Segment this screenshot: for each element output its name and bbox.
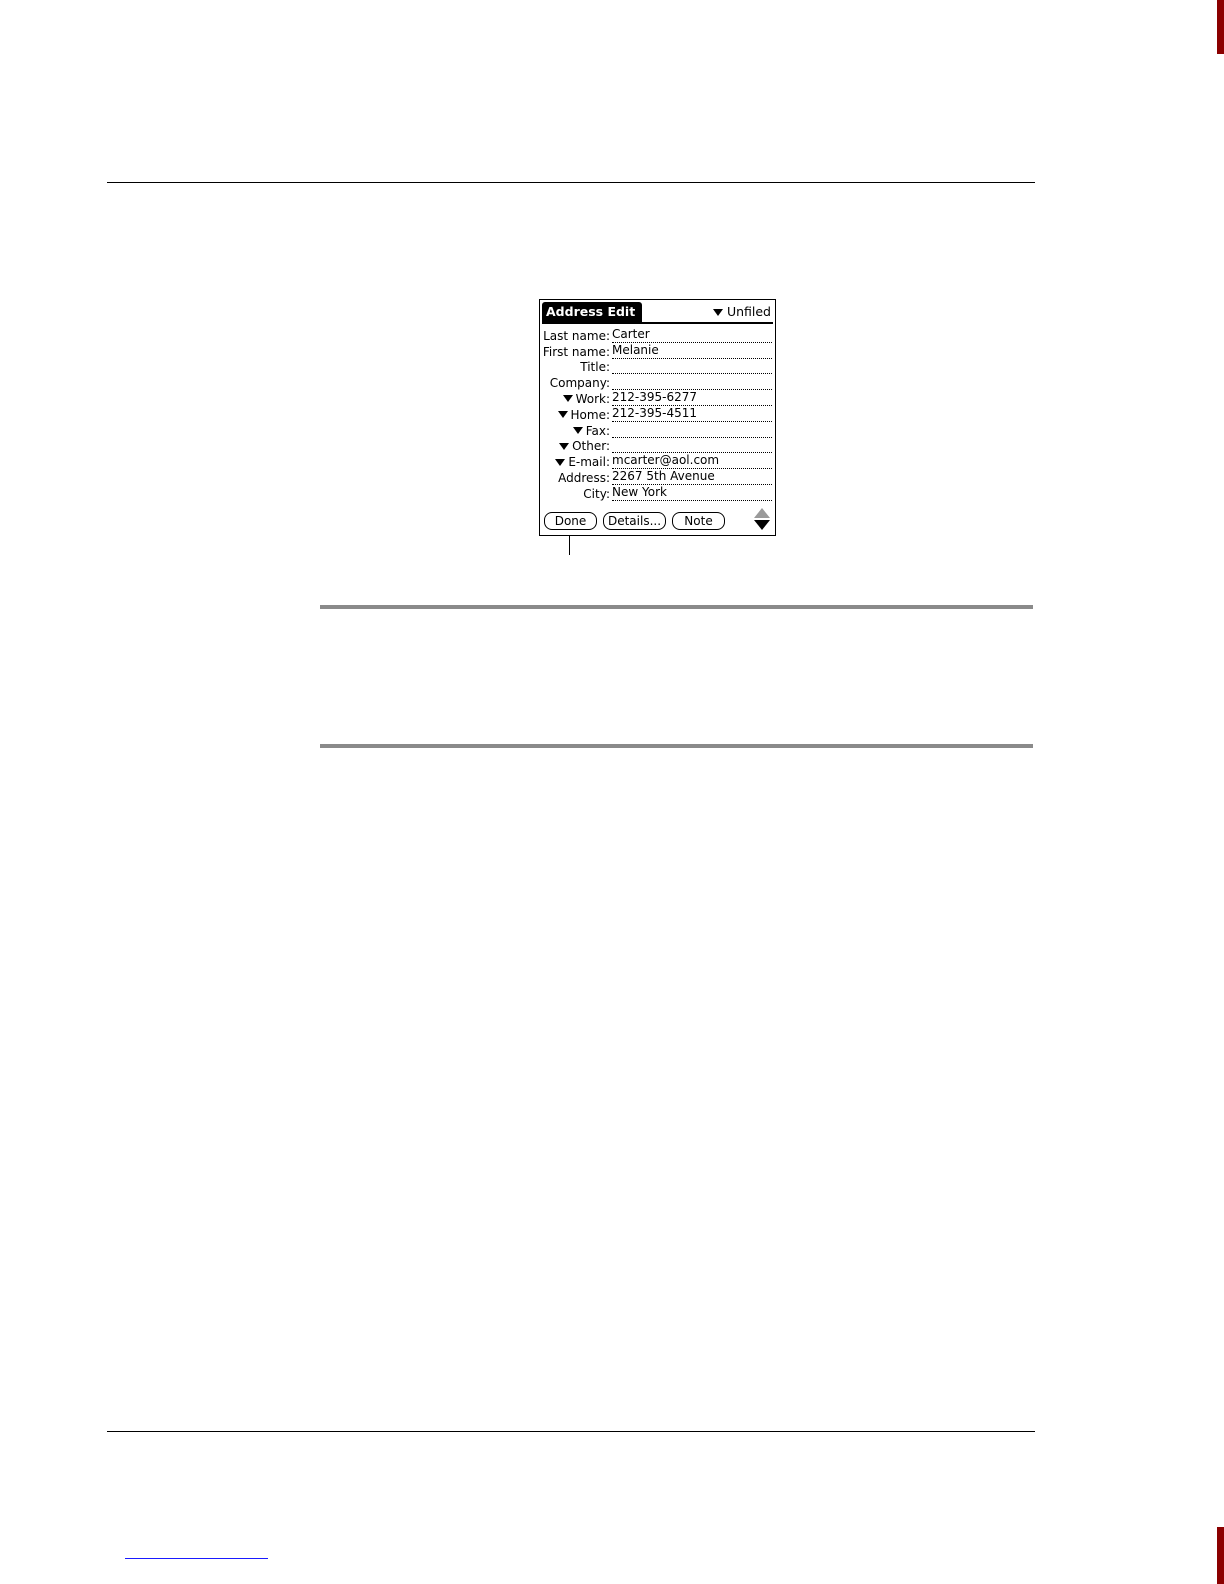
- home-label-picker[interactable]: Home:: [540, 408, 610, 422]
- field-row-other: Other:: [540, 438, 775, 454]
- address-edit-screen: Address Edit Unfiled Last name: Carter F…: [539, 299, 776, 536]
- field-row-home: Home: 212-395-4511: [540, 406, 775, 422]
- city-field[interactable]: New York: [612, 486, 772, 501]
- other-field[interactable]: [612, 438, 772, 454]
- field-label: Title:: [580, 360, 610, 375]
- note-button[interactable]: Note: [672, 512, 725, 530]
- company-field[interactable]: [612, 375, 772, 391]
- field-row-last-name: Last name: Carter: [540, 327, 775, 343]
- scroll-arrows-icon[interactable]: [753, 508, 771, 532]
- field-row-email: E-mail: mcarter@aol.com: [540, 453, 775, 470]
- field-label: First name:: [542, 344, 610, 359]
- other-label-picker[interactable]: Other:: [540, 439, 610, 453]
- field-row-company: Company:: [540, 374, 775, 391]
- scroll-down-icon[interactable]: [754, 520, 770, 530]
- first-name-field[interactable]: Melanie: [612, 344, 772, 359]
- field-list: Last name: Carter First name: Melanie Ti…: [540, 327, 775, 501]
- scroll-up-icon[interactable]: [754, 508, 770, 518]
- page-edge-marker-top: [1217, 0, 1224, 54]
- chevron-down-icon: [712, 308, 723, 316]
- footer-rule: [107, 1431, 1035, 1432]
- field-label: Last name:: [543, 328, 610, 343]
- header-rule: [107, 182, 1035, 183]
- field-row-city: City: New York: [540, 485, 775, 501]
- category-picker[interactable]: Unfiled: [712, 304, 771, 320]
- field-row-fax: Fax:: [540, 422, 775, 438]
- done-button[interactable]: Done: [544, 512, 597, 530]
- note-rule-bottom: [320, 744, 1033, 748]
- note-rule-top: [320, 605, 1033, 609]
- chevron-down-icon: [557, 411, 568, 419]
- page-edge-marker-bottom: [1217, 1527, 1224, 1584]
- chevron-down-icon: [572, 427, 583, 435]
- chevron-down-icon: [559, 442, 570, 450]
- home-phone-field[interactable]: 212-395-4511: [612, 407, 772, 422]
- address-field[interactable]: 2267 5th Avenue: [612, 470, 772, 485]
- email-label-picker[interactable]: E-mail:: [540, 455, 610, 469]
- field-row-title: Title:: [540, 359, 775, 375]
- field-label: Address:: [558, 470, 610, 485]
- fax-field[interactable]: [612, 423, 772, 438]
- button-bar: Done Details... Note: [543, 508, 772, 530]
- chevron-down-icon: [555, 458, 566, 466]
- fax-label-picker[interactable]: Fax:: [540, 424, 610, 438]
- field-row-work: Work: 212-395-6277: [540, 390, 775, 406]
- chevron-down-icon: [562, 395, 573, 403]
- title-bar: Address Edit Unfiled: [542, 302, 773, 324]
- work-phone-field[interactable]: 212-395-6277: [612, 391, 772, 406]
- done-button-callout-line: [569, 536, 570, 555]
- email-field[interactable]: mcarter@aol.com: [612, 454, 772, 470]
- footer-link-underline[interactable]: [125, 1558, 268, 1559]
- field-label: City:: [583, 486, 610, 501]
- screen-title: Address Edit: [542, 302, 642, 322]
- details-button[interactable]: Details...: [603, 512, 666, 530]
- field-label: Company:: [549, 376, 610, 391]
- work-label-picker[interactable]: Work:: [540, 392, 610, 406]
- title-field[interactable]: [612, 359, 772, 375]
- category-label: Unfiled: [726, 304, 771, 319]
- field-row-address: Address: 2267 5th Avenue: [540, 469, 775, 485]
- field-row-first-name: First name: Melanie: [540, 343, 775, 359]
- last-name-field[interactable]: Carter: [612, 328, 772, 343]
